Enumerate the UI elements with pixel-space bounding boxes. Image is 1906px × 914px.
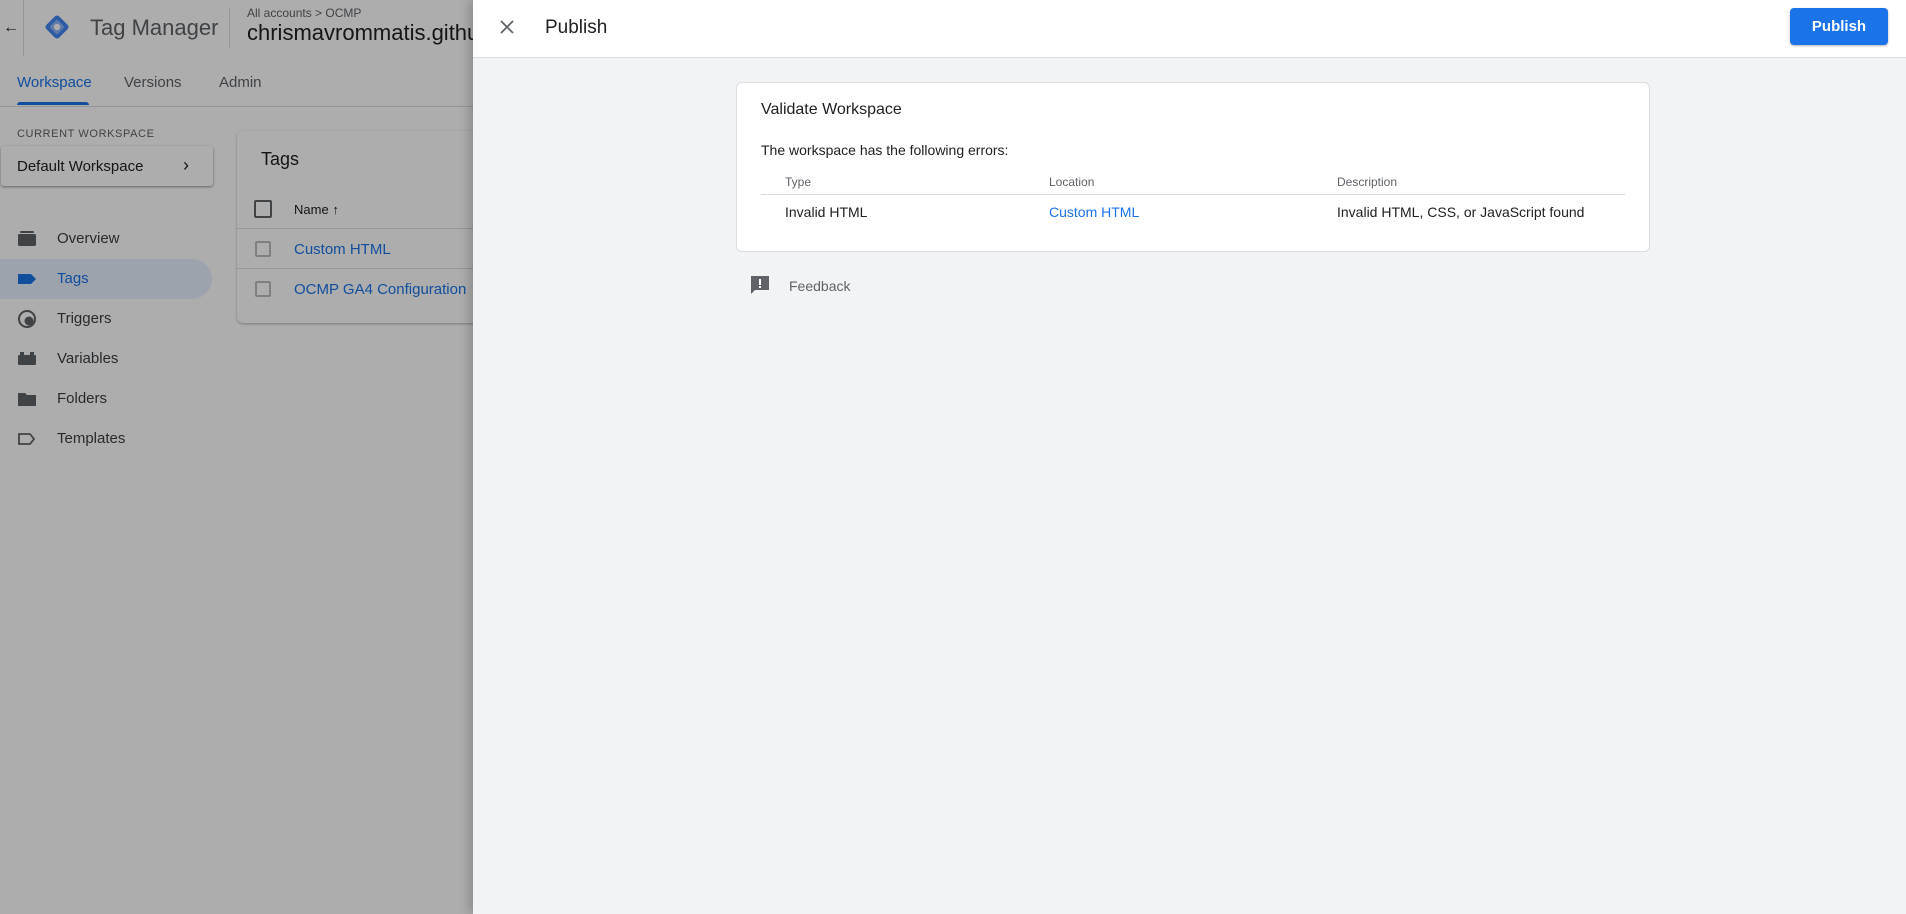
column-header-description: Description — [1337, 175, 1398, 189]
validate-workspace-card: Validate Workspace The workspace has the… — [736, 82, 1650, 252]
validation-message: The workspace has the following errors: — [761, 142, 1009, 158]
publish-panel: Publish Publish Validate Workspace The w… — [473, 0, 1906, 914]
column-header-type: Type — [785, 175, 812, 189]
feedback-label: Feedback — [789, 278, 851, 294]
error-type: Invalid HTML — [785, 204, 868, 220]
column-header-location: Location — [1049, 175, 1095, 189]
error-description: Invalid HTML, CSS, or JavaScript found — [1337, 204, 1585, 220]
errors-table-header: Type Location Description — [761, 175, 1625, 195]
feedback-icon — [751, 276, 769, 294]
close-icon[interactable] — [495, 15, 519, 39]
error-location-link[interactable]: Custom HTML — [1049, 204, 1139, 220]
error-row: Invalid HTML Custom HTML Invalid HTML, C… — [761, 204, 1625, 228]
publish-panel-header: Publish Publish — [473, 0, 1906, 58]
publish-button[interactable]: Publish — [1790, 8, 1888, 45]
panel-title: Publish — [545, 17, 608, 38]
validate-workspace-title: Validate Workspace — [761, 101, 902, 118]
